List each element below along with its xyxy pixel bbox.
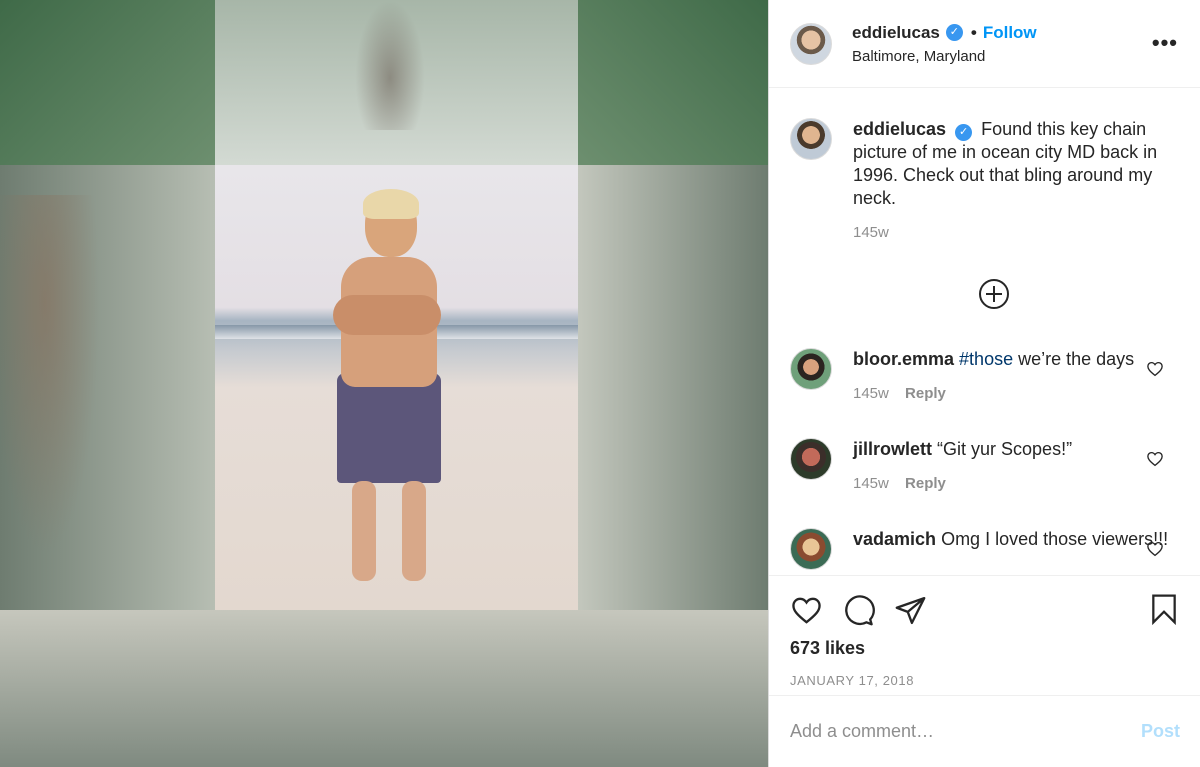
comment-time[interactable]: 145w xyxy=(853,475,889,492)
comment-body: vadamich Omg I loved those viewers!!! xyxy=(853,528,1173,570)
post-photo[interactable] xyxy=(0,0,768,767)
heart-icon[interactable] xyxy=(1146,540,1164,558)
likes-count[interactable]: 673 likes xyxy=(790,638,1179,659)
photo-frame-top-left xyxy=(0,0,215,165)
verified-badge-icon: ✓ xyxy=(945,23,963,41)
bookmark-icon[interactable] xyxy=(1148,592,1180,626)
comment-text: Omg I loved those viewers!!! xyxy=(941,529,1169,549)
post-date[interactable]: JANUARY 17, 2018 xyxy=(790,673,1179,688)
photo-boy-hair xyxy=(363,189,419,219)
post-location[interactable]: Baltimore, Maryland xyxy=(852,49,1037,64)
commenter-avatar[interactable] xyxy=(790,348,832,390)
comment-icon[interactable] xyxy=(842,594,875,627)
comment-item: jillrowlett “Git yur Scopes!” 145w Reply xyxy=(790,438,1173,492)
comment-hashtag[interactable]: #those xyxy=(959,349,1013,369)
caption-text-block: eddielucas ✓ Found this key chain pictur… xyxy=(853,118,1173,210)
post-actions: 673 likes JANUARY 17, 2018 xyxy=(769,575,1200,695)
photo-beach-scene xyxy=(215,165,578,610)
comment-text: we’re the days xyxy=(1013,349,1135,369)
instagram-post-view: eddielucas ✓ • Follow Baltimore, Marylan… xyxy=(0,0,1200,767)
photo-boy-arms xyxy=(333,295,441,335)
reply-button[interactable]: Reply xyxy=(905,385,946,402)
caption-time[interactable]: 145w xyxy=(853,224,889,241)
comment-item: bloor.emma #those we’re the days 145w Re… xyxy=(790,348,1173,402)
verified-badge-icon: ✓ xyxy=(955,124,973,141)
plus-circle-icon[interactable] xyxy=(978,278,1010,310)
photo-frame-bottom xyxy=(0,610,768,767)
comment-username[interactable]: jillrowlett xyxy=(853,439,932,459)
post-comment-button[interactable]: Post xyxy=(1141,721,1180,742)
separator-dot: • xyxy=(970,22,977,42)
add-comment-input[interactable] xyxy=(790,721,1110,742)
comment-text: “Git yur Scopes!” xyxy=(937,439,1073,459)
comment-text-block: jillrowlett “Git yur Scopes!” xyxy=(853,438,1173,461)
comment-username[interactable]: bloor.emma xyxy=(853,349,954,369)
post-side-panel: eddielucas ✓ • Follow Baltimore, Marylan… xyxy=(768,0,1200,767)
comments-section[interactable]: eddielucas ✓ Found this key chain pictur… xyxy=(769,88,1200,575)
caption-username[interactable]: eddielucas xyxy=(853,119,946,139)
heart-icon[interactable] xyxy=(1146,360,1164,378)
comment-username[interactable]: vadamich xyxy=(853,529,936,549)
comment-text-block: bloor.emma #those we’re the days xyxy=(853,348,1173,371)
comment-body: bloor.emma #those we’re the days 145w Re… xyxy=(853,348,1173,402)
photo-reflection-top xyxy=(355,0,425,130)
photo-reflection-left xyxy=(0,195,100,555)
comment-text-block: vadamich Omg I loved those viewers!!! xyxy=(853,528,1173,551)
comment-meta: 145w Reply xyxy=(853,385,1173,402)
comment-time[interactable]: 145w xyxy=(853,385,889,402)
caption-meta: 145w xyxy=(853,224,1173,241)
photo-frame-top-right xyxy=(578,0,768,165)
commenter-avatar[interactable] xyxy=(790,438,832,480)
comment-body: jillrowlett “Git yur Scopes!” 145w Reply xyxy=(853,438,1173,492)
post-header-text: eddielucas ✓ • Follow Baltimore, Marylan… xyxy=(852,22,1037,64)
action-icons xyxy=(790,592,1179,628)
heart-icon[interactable] xyxy=(1146,450,1164,468)
reply-button[interactable]: Reply xyxy=(905,475,946,492)
author-avatar[interactable] xyxy=(790,22,832,65)
photo-boy-shorts xyxy=(337,373,441,483)
photo-boy-leg xyxy=(352,481,376,581)
caption-body: eddielucas ✓ Found this key chain pictur… xyxy=(853,118,1173,241)
comment-item: vadamich Omg I loved those viewers!!! xyxy=(790,528,1173,570)
add-comment-bar: Post xyxy=(769,695,1200,767)
more-options-icon[interactable]: ••• xyxy=(1152,30,1178,56)
follow-button[interactable]: Follow xyxy=(983,24,1037,41)
caption: eddielucas ✓ Found this key chain pictur… xyxy=(790,118,1173,241)
post-header: eddielucas ✓ • Follow Baltimore, Marylan… xyxy=(769,0,1200,88)
photo-boy-leg xyxy=(402,481,426,581)
share-icon[interactable] xyxy=(894,594,927,627)
post-header-line: eddielucas ✓ • Follow xyxy=(852,22,1037,42)
commenter-avatar[interactable] xyxy=(790,528,832,570)
heart-icon[interactable] xyxy=(790,594,823,627)
photo-frame-right xyxy=(578,165,768,610)
author-username[interactable]: eddielucas xyxy=(852,24,940,41)
caption-avatar[interactable] xyxy=(790,118,832,160)
comment-meta: 145w Reply xyxy=(853,475,1173,492)
